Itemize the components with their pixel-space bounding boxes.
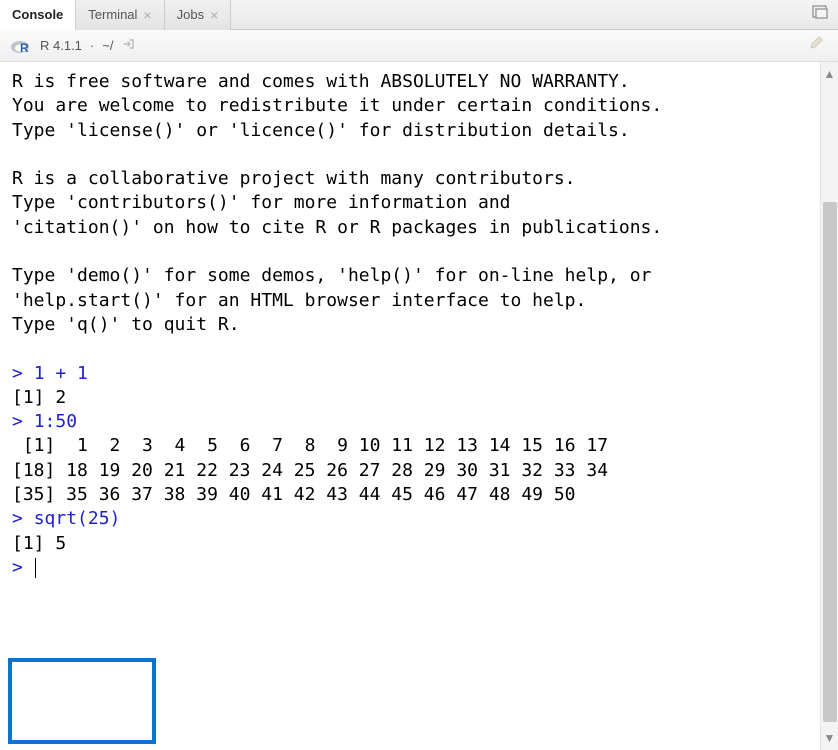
prompt: >: [12, 557, 23, 578]
working-dir[interactable]: ~/: [102, 38, 113, 53]
svg-text:R: R: [20, 41, 29, 55]
command: sqrt(25): [34, 508, 121, 529]
scroll-up-icon[interactable]: ▲: [821, 68, 838, 80]
prompt: >: [12, 411, 23, 432]
close-icon[interactable]: ×: [210, 8, 218, 22]
close-icon[interactable]: ×: [143, 8, 151, 22]
banner-line: 'help.start()' for an HTML browser inter…: [12, 290, 586, 311]
scroll-thumb[interactable]: [823, 202, 837, 722]
clear-console-icon[interactable]: [808, 35, 826, 56]
tab-terminal[interactable]: Terminal ×: [76, 0, 164, 30]
info-bar: R R 4.1.1 · ~/: [0, 30, 838, 62]
r-version: R 4.1.1: [40, 38, 82, 53]
r-logo-icon: R: [10, 37, 32, 55]
tab-console[interactable]: Console: [0, 0, 76, 30]
banner-line: Type 'contributors()' for more informati…: [12, 192, 511, 213]
prompt: >: [12, 363, 23, 384]
maximize-icon[interactable]: [812, 5, 828, 22]
scrollbar[interactable]: ▲ ▼: [820, 62, 838, 750]
console-output[interactable]: R is free software and comes with ABSOLU…: [0, 62, 820, 750]
command: 1:50: [34, 411, 77, 432]
output-line: [1] 2: [12, 387, 66, 408]
separator: ·: [90, 38, 94, 53]
tab-bar: Console Terminal × Jobs ×: [0, 0, 838, 30]
tab-label: Terminal: [88, 7, 137, 22]
console-area: R is free software and comes with ABSOLU…: [0, 62, 838, 750]
tab-label: Console: [12, 7, 63, 22]
command: 1 + 1: [34, 363, 88, 384]
banner-line: Type 'license()' or 'licence()' for dist…: [12, 120, 630, 141]
output-line: [35] 35 36 37 38 39 40 41 42 43 44 45 46…: [12, 484, 576, 505]
banner-line: You are welcome to redistribute it under…: [12, 95, 662, 116]
share-icon[interactable]: [121, 37, 135, 54]
banner-line: Type 'q()' to quit R.: [12, 314, 240, 335]
text-cursor: [35, 558, 37, 578]
banner-line: Type 'demo()' for some demos, 'help()' f…: [12, 265, 651, 286]
prompt: >: [12, 508, 23, 529]
banner-line: R is free software and comes with ABSOLU…: [12, 71, 630, 92]
tab-jobs[interactable]: Jobs ×: [165, 0, 232, 30]
output-line: [1] 5: [12, 533, 66, 554]
banner-line: 'citation()' on how to cite R or R packa…: [12, 217, 662, 238]
scroll-down-icon[interactable]: ▼: [821, 732, 838, 744]
output-line: [18] 18 19 20 21 22 23 24 25 26 27 28 29…: [12, 460, 608, 481]
output-line: [1] 1 2 3 4 5 6 7 8 9 10 11 12 13 14 15 …: [12, 435, 608, 456]
tab-label: Jobs: [177, 7, 204, 22]
banner-line: R is a collaborative project with many c…: [12, 168, 576, 189]
